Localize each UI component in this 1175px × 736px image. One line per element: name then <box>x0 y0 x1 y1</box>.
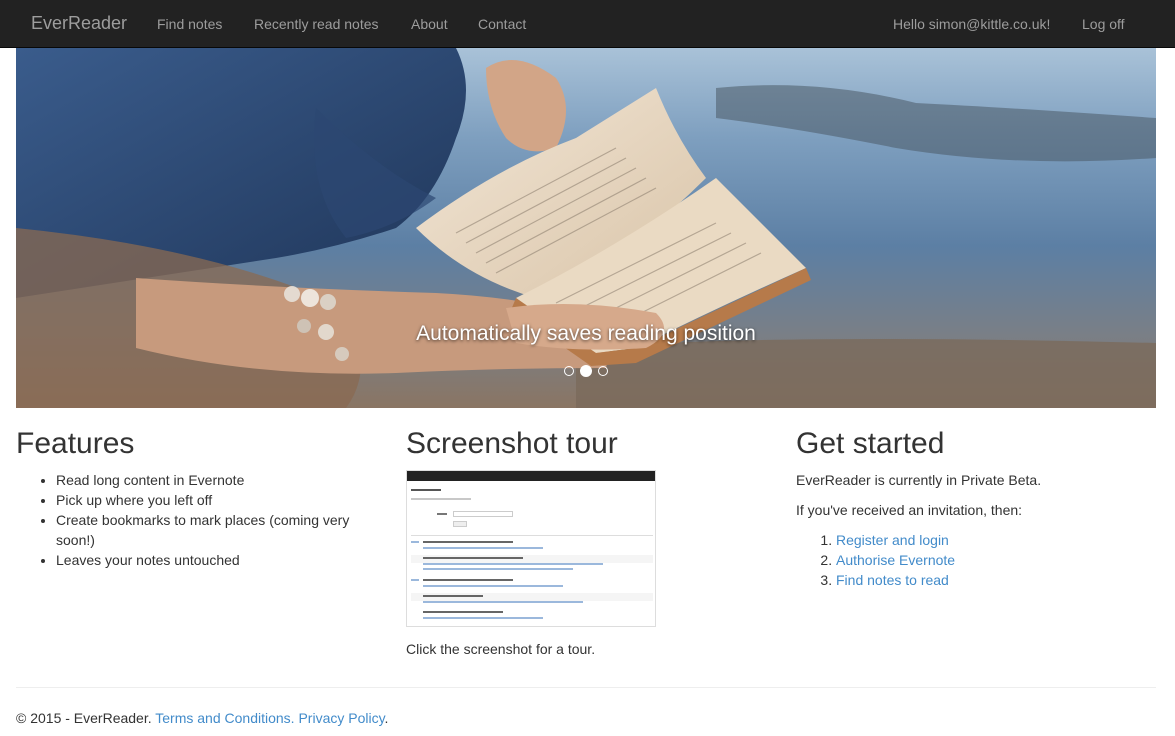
carousel-indicators <box>16 360 1156 378</box>
carousel-caption: Automatically saves reading position <box>416 322 756 345</box>
footer: © 2015 - EverReader. Terms and Condition… <box>16 708 388 728</box>
footer-period: . <box>384 710 389 726</box>
hero-carousel[interactable]: Automatically saves reading position <box>16 48 1156 408</box>
step-item: Register and login <box>836 530 1156 550</box>
log-off-link[interactable]: Log off <box>1082 14 1125 34</box>
nav-contact[interactable]: Contact <box>478 14 526 34</box>
step-item: Authorise Evernote <box>836 550 1156 570</box>
nav-find-notes[interactable]: Find notes <box>157 14 222 34</box>
tour-heading: Screenshot tour <box>406 427 618 460</box>
get-started-steps: Register and login Authorise Evernote Fi… <box>796 530 1156 590</box>
find-notes-link[interactable]: Find notes to read <box>836 572 949 588</box>
features-heading: Features <box>16 427 135 460</box>
beta-notice: EverReader is currently in Private Beta. <box>796 472 1042 488</box>
get-started-heading: Get started <box>796 427 945 460</box>
features-list: Read long content in Evernote Pick up wh… <box>16 470 376 570</box>
tour-caption: Click the screenshot for a tour. <box>406 641 596 657</box>
nav-recently-read-notes[interactable]: Recently read notes <box>254 14 379 34</box>
get-started-section: Get started EverReader is currently in P… <box>796 424 1156 590</box>
feature-item: Read long content in Evernote <box>56 470 376 490</box>
screenshot-tour-section: Screenshot tour Click the screenshot for… <box>406 424 766 669</box>
feature-item: Pick up where you left off <box>56 490 376 510</box>
invitation-text: If you've received an invitation, then: <box>796 502 1023 518</box>
copyright-text: © 2015 - EverReader. <box>16 710 152 726</box>
hero-image <box>16 48 1156 408</box>
features-section: Features Read long content in Evernote P… <box>16 424 376 570</box>
step-item: Find notes to read <box>836 570 1156 590</box>
tour-screenshot-thumbnail[interactable] <box>406 470 656 627</box>
top-navbar: EverReader Find notes Recently read note… <box>0 0 1175 48</box>
authorise-evernote-link[interactable]: Authorise Evernote <box>836 552 955 568</box>
feature-item: Create bookmarks to mark places (coming … <box>56 510 376 550</box>
privacy-policy-link[interactable]: Privacy Policy <box>298 710 384 726</box>
brand-link[interactable]: EverReader <box>31 12 127 34</box>
terms-link[interactable]: Terms and Conditions. <box>155 710 294 726</box>
user-greeting-link[interactable]: Hello simon@kittle.co.uk! <box>893 14 1050 34</box>
footer-divider <box>16 687 1156 688</box>
register-login-link[interactable]: Register and login <box>836 532 949 548</box>
nav-about[interactable]: About <box>411 14 448 34</box>
feature-item: Leaves your notes untouched <box>56 550 376 570</box>
